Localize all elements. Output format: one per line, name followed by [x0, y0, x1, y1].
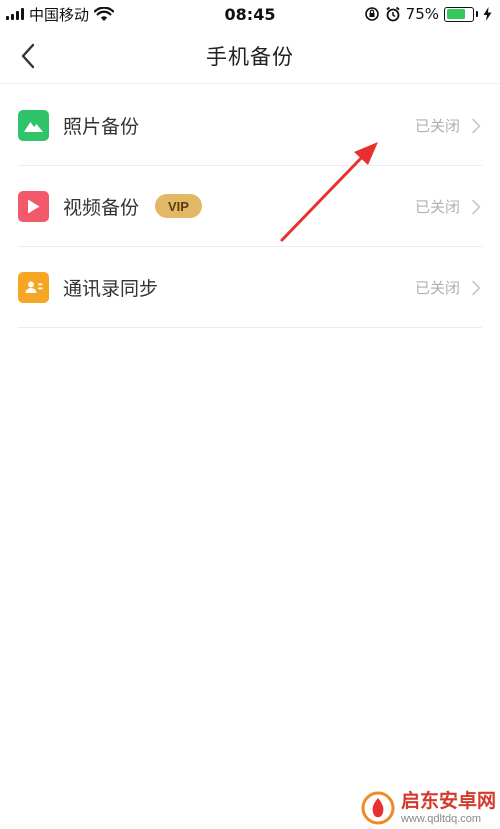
- orientation-lock-icon: [364, 7, 379, 21]
- page-title: 手机备份: [206, 44, 294, 69]
- watermark: 启东安卓网 www.qdltdq.com: [361, 791, 496, 825]
- signal-icon: [6, 8, 24, 20]
- chevron-right-icon: [472, 118, 481, 134]
- contacts-sync-status: 已关闭: [414, 278, 460, 297]
- contacts-sync-row[interactable]: 通讯录同步 已关闭: [18, 247, 482, 328]
- status-bar: 中国移动 08:45 75%: [0, 0, 500, 28]
- battery-percent: 75%: [405, 5, 439, 23]
- photo-backup-label: 照片备份: [63, 115, 140, 138]
- chevron-right-icon: [472, 199, 481, 215]
- chevron-right-icon: [472, 280, 481, 296]
- watermark-url: www.qdltdq.com: [400, 812, 482, 825]
- wifi-icon: [94, 6, 115, 21]
- photo-icon: [18, 109, 49, 141]
- alarm-icon: [386, 6, 400, 22]
- video-play-icon: [18, 190, 49, 222]
- video-backup-status: 已关闭: [414, 197, 460, 216]
- carrier-name: 中国移动: [29, 5, 90, 24]
- chevron-left-icon: [21, 43, 35, 69]
- battery-icon: [444, 6, 478, 22]
- back-button[interactable]: [14, 41, 42, 71]
- video-backup-label: 视频备份: [63, 196, 140, 219]
- photo-backup-row[interactable]: 照片备份 已关闭: [18, 85, 482, 166]
- photo-backup-status: 已关闭: [414, 116, 460, 135]
- nav-bar: 手机备份: [0, 28, 500, 84]
- watermark-logo-icon: [361, 791, 395, 825]
- contacts-sync-label: 通讯录同步: [63, 277, 159, 300]
- video-backup-row[interactable]: 视频备份 VIP 已关闭: [18, 166, 482, 247]
- vip-badge: VIP: [155, 194, 202, 218]
- contact-card-icon: [18, 271, 49, 303]
- watermark-name: 启东安卓网: [400, 789, 496, 812]
- backup-list: 照片备份 已关闭 视频备份 VIP 已关闭 通讯录同步 已关闭: [0, 85, 500, 328]
- charging-bolt-icon: [483, 7, 492, 21]
